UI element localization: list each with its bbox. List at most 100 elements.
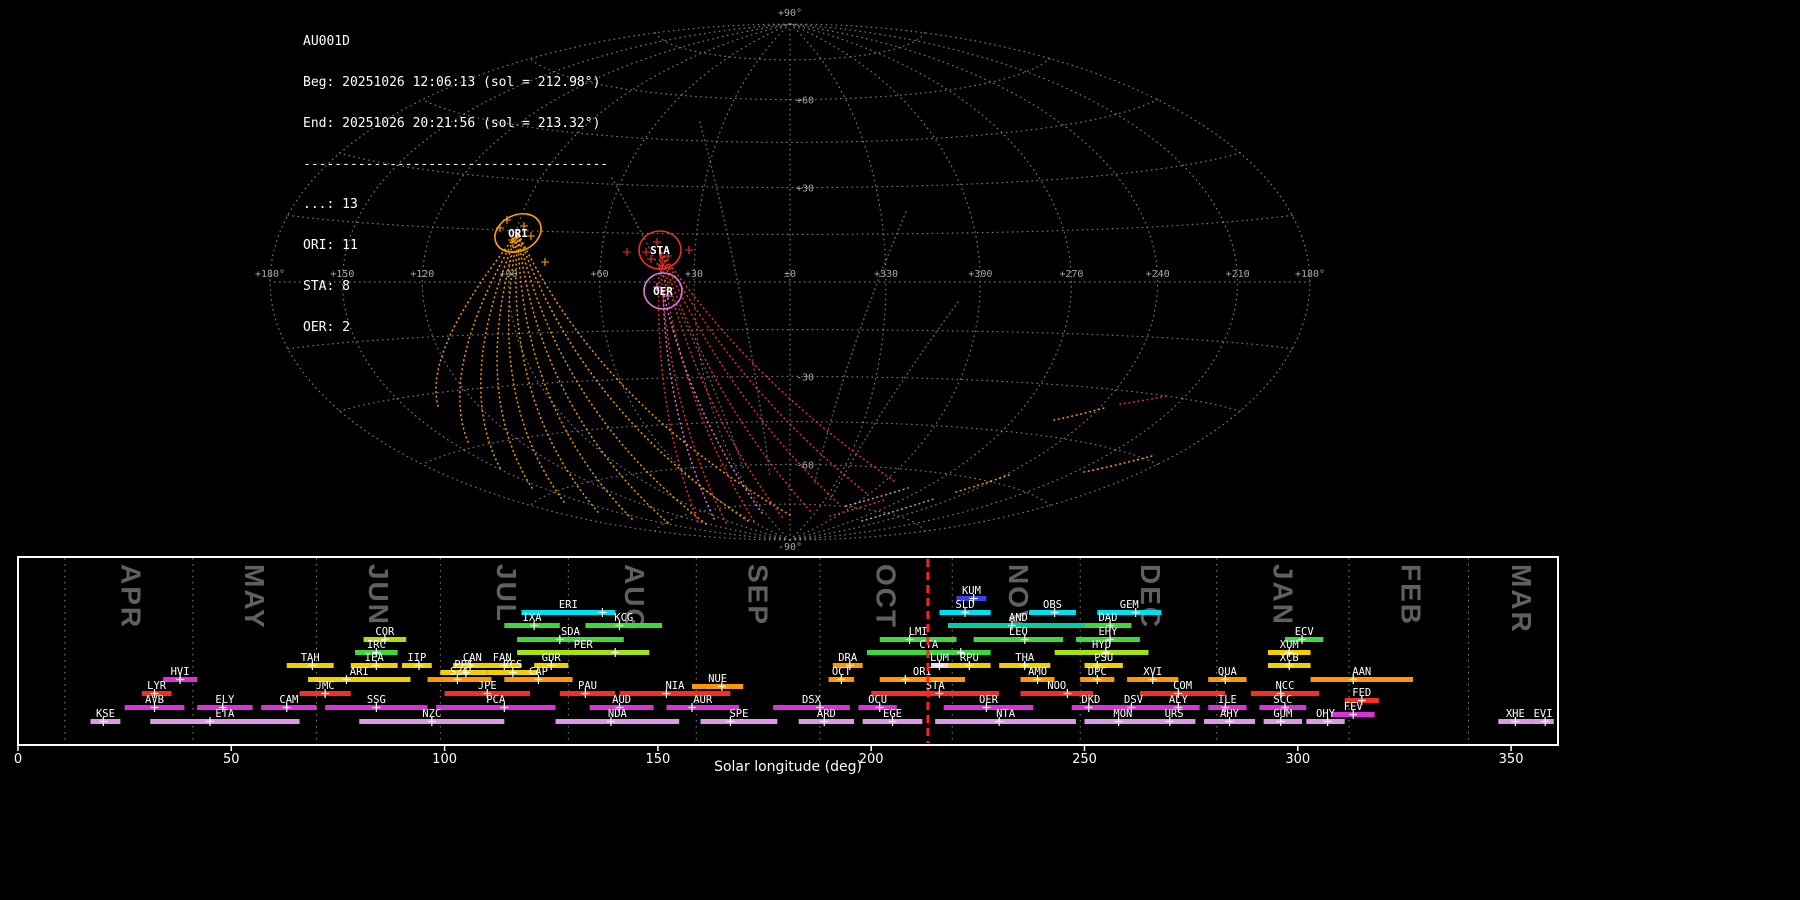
- shower-peak-marker-PER: [611, 648, 620, 657]
- shower-label-ERI: ERI: [559, 599, 578, 611]
- meteor-plus-marker: [685, 246, 693, 254]
- shower-label-PCA: PCA: [486, 694, 506, 706]
- shower-label-IXA: IXA: [523, 612, 543, 624]
- observation-info: AU001D Beg: 20251026 12:06:13 (sol = 212…: [303, 8, 608, 361]
- station-id: AU001D: [303, 34, 350, 50]
- shower-label-DAD: DAD: [1098, 612, 1117, 624]
- shower-label-NUE: NUE: [708, 673, 727, 685]
- count-sta: STA: 8: [303, 278, 350, 294]
- month-label-MAY: MAY: [239, 564, 270, 630]
- meteor-trail: [829, 301, 959, 501]
- begin-line: Beg: 20251026 12:06:13 (sol = 212.98°): [303, 74, 601, 90]
- shower-label-ECV: ECV: [1295, 626, 1315, 638]
- shower-label-DSV: DSV: [1124, 694, 1144, 706]
- graticule-label: +180°: [1295, 269, 1325, 280]
- shower-peak-marker-ORI: [901, 675, 910, 684]
- shower-label-QUA: QUA: [1218, 666, 1238, 678]
- shower-label-SDA: SDA: [561, 626, 581, 638]
- pole-label-north: +90°: [778, 8, 802, 19]
- meteor-trail: [659, 249, 867, 494]
- meteor-trail: [699, 121, 771, 479]
- graticule-parallel: [339, 375, 1241, 412]
- shower-label-DKD: DKD: [1081, 694, 1100, 706]
- shower-label-OCU: OCU: [868, 694, 887, 706]
- shower-label-LMI: LMI: [909, 626, 928, 638]
- shower-peak-marker-ERI: [598, 608, 607, 617]
- shower-label-DRA: DRA: [838, 652, 858, 664]
- shower-label-EHY: EHY: [1098, 626, 1118, 638]
- shower-label-IEA: IEA: [365, 652, 385, 664]
- graticule-label: +330: [874, 269, 898, 280]
- shower-label-ARI: ARI: [350, 666, 369, 678]
- meteor-trail: [1053, 407, 1105, 421]
- shower-label-ILE: ILE: [1218, 694, 1237, 706]
- graticule-label: +270: [1059, 269, 1083, 280]
- shower-label-EVI: EVI: [1534, 708, 1553, 720]
- meteor-plus-marker: [642, 248, 650, 256]
- month-label-JAN: JAN: [1267, 564, 1298, 626]
- month-label-OCT: OCT: [871, 564, 902, 629]
- shower-label-KSE: KSE: [96, 708, 115, 720]
- graticule-label: +180°: [255, 269, 285, 280]
- shower-label-HYD: HYD: [1092, 639, 1111, 651]
- shower-label-PER: PER: [574, 639, 594, 651]
- month-label-FEB: FEB: [1395, 564, 1426, 626]
- month-label-MAR: MAR: [1506, 564, 1537, 634]
- count-ori: ORI: 11: [303, 238, 358, 254]
- shower-label-NIA: NIA: [665, 680, 685, 692]
- radiant-label-OER: OER: [653, 285, 673, 298]
- meteor-trail: [1083, 455, 1153, 473]
- shower-label-GUM: GUM: [1273, 708, 1292, 720]
- shower-label-TAH: TAH: [301, 652, 320, 664]
- meteor-trail: [845, 487, 909, 507]
- shower-label-ELY: ELY: [215, 694, 235, 706]
- graticule-label: +30: [796, 184, 814, 195]
- end-line: End: 20251026 20:21:56 (sol = 213.32°): [303, 115, 601, 131]
- graticule-label: ±0: [784, 269, 796, 280]
- month-label-JUL: JUL: [491, 564, 522, 623]
- meteor-trail: [861, 498, 935, 522]
- graticule-label: +300: [968, 269, 992, 280]
- shower-label-DSX: DSX: [802, 694, 822, 706]
- graticule-label: +240: [1146, 269, 1170, 280]
- radiant-label-STA: STA: [650, 244, 670, 257]
- shower-label-MON: MON: [1113, 708, 1132, 720]
- shower-label-AUR: AUR: [693, 694, 713, 706]
- meteor-plus-marker: [623, 248, 631, 256]
- pole-label-south: -90°: [778, 542, 802, 553]
- radiant-map-screen: +180° +150 +120 +90 +60 +30 ±0 +330 +300 +270 +240…: [0, 0, 1800, 900]
- meteor-trail: [662, 290, 715, 520]
- shower-label-OBS: OBS: [1043, 599, 1062, 611]
- count-sporadic: ...: 13: [303, 197, 358, 213]
- shower-label-ETA: ETA: [215, 708, 235, 720]
- graticule-label: +60: [796, 96, 814, 107]
- count-oer: OER: 2: [303, 319, 350, 335]
- divider-line: ---------------------------------------: [303, 156, 609, 172]
- graticule-parallel: [421, 421, 1159, 465]
- shower-label-COM: COM: [1173, 680, 1192, 692]
- month-label-JUN: JUN: [363, 564, 394, 626]
- shower-label-NCC: NCC: [1275, 680, 1294, 692]
- month-label-SEP: SEP: [743, 564, 774, 626]
- shower-label-ARD: ARD: [817, 708, 836, 720]
- graticule-label: +210: [1226, 269, 1250, 280]
- shower-peak-marker-ETA: [205, 717, 214, 726]
- shower-label-SZC: SZC: [450, 666, 469, 678]
- x-axis-title: Solar longitude (deg): [714, 759, 862, 775]
- meteor-trail: [1119, 395, 1167, 405]
- month-label-DEC: DEC: [1135, 564, 1166, 629]
- shower-label-AUD: AUD: [612, 694, 631, 706]
- shower-label-SCC: SCC: [1273, 694, 1292, 706]
- shower-label-AAN: AAN: [1352, 666, 1371, 678]
- graticule-label: +30: [685, 269, 703, 280]
- graticule-label: -30: [796, 372, 814, 383]
- shower-label-KUM: KUM: [962, 585, 981, 597]
- shower-label-URS: URS: [1165, 708, 1184, 720]
- shower-label-SPE: SPE: [729, 708, 748, 720]
- shower-label-OER: OER: [979, 694, 999, 706]
- shower-label-IIP: IIP: [407, 652, 426, 664]
- shower-label-PAU: PAU: [578, 680, 597, 692]
- shower-label-OHY: OHY: [1316, 708, 1336, 720]
- shower-label-LYR: LYR: [147, 680, 167, 692]
- meteor-trail: [813, 211, 907, 487]
